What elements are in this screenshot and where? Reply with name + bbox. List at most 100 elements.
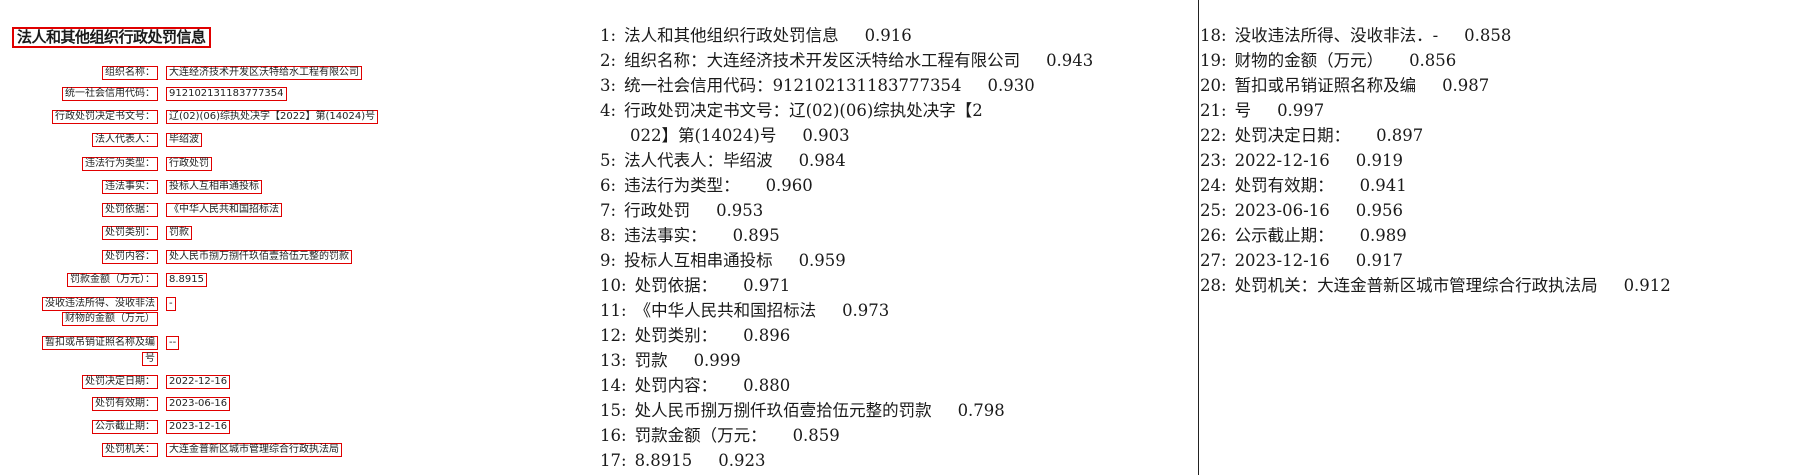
ocr-line-score: 0.880 <box>743 376 791 395</box>
ocr-line-index: 6: <box>600 176 617 195</box>
ocr-line-text: 2023-06-16 <box>1234 201 1330 220</box>
ocr-line-text: 违法行为类型： <box>624 176 740 195</box>
ocr-result-line: 12: 处罚类别： 0.896 <box>600 326 790 346</box>
ocr-result-line: 27: 2023-12-16 0.917 <box>1200 251 1403 271</box>
ocr-line-text: 罚款金额（万元： <box>634 426 767 445</box>
ocr-line-score: 0.953 <box>716 201 764 220</box>
ocr-line-score: 0.916 <box>864 26 912 45</box>
document-field-value: 912102131183777354 <box>166 87 287 101</box>
ocr-result-line: 18: 没收违法所得、没收非法．- 0.858 <box>1200 26 1511 46</box>
ocr-line-text: 处人民币捌万捌仟玖佰壹拾伍元整的罚款 <box>634 401 932 420</box>
ocr-line-text: 处罚依据： <box>634 276 718 295</box>
ocr-result-line: 23: 2022-12-16 0.919 <box>1200 151 1403 171</box>
ocr-line-score: 0.989 <box>1359 226 1407 245</box>
document-field-value: 大连经济技术开发区沃特给水工程有限公司 <box>166 66 362 80</box>
ocr-line-score: 0.897 <box>1376 126 1424 145</box>
ocr-result-line: 1: 法人和其他组织行政处罚信息 0.916 <box>600 26 912 46</box>
ocr-line-text: 暂扣或吊销证照名称及编 <box>1234 76 1417 95</box>
document-field-label: 处罚有效期： <box>92 397 158 411</box>
ocr-line-score: 0.987 <box>1442 76 1490 95</box>
document-field-row: 处罚内容： 处人民币捌万捌仟玖佰壹拾伍元整的罚款 <box>0 250 352 264</box>
document-field-row: 处罚决定日期： 2022-12-16 <box>0 375 231 389</box>
ocr-result-line: 14: 处罚内容： 0.880 <box>600 376 790 396</box>
ocr-line-index: 10: <box>600 276 627 295</box>
document-field-label: 罚款金额（万元）： <box>67 273 158 287</box>
ocr-line-score: 0.798 <box>957 401 1005 420</box>
ocr-line-text: 8.8915 <box>634 451 693 470</box>
ocr-line-index: 23: <box>1200 151 1227 170</box>
ocr-line-score: 0.971 <box>743 276 791 295</box>
ocr-line-score: 0.973 <box>842 301 890 320</box>
document-field-label: 违法行为类型： <box>82 157 158 171</box>
document-field-value: 处人民币捌万捌仟玖佰壹拾伍元整的罚款 <box>166 250 352 264</box>
ocr-line-score: 0.856 <box>1409 51 1457 70</box>
document-field-row: 处罚类别： 罚款 <box>0 226 192 240</box>
ocr-result-line: 20: 暂扣或吊销证照名称及编 0.987 <box>1200 76 1489 96</box>
ocr-line-index: 12: <box>600 326 627 345</box>
ocr-line-index: 25: <box>1200 201 1227 220</box>
ocr-line-text: 公示截止期： <box>1234 226 1334 245</box>
ocr-line-index: 7: <box>600 201 617 220</box>
ocr-line-index: 2: <box>600 51 617 70</box>
detection-panel: 法人和其他组织行政处罚信息 组织名称： 大连经济技术开发区沃特给水工程有限公司 统一… <box>0 0 585 475</box>
ocr-line-text: 法人代表人：毕绍波 <box>624 151 773 170</box>
document-field-value: 2023-12-16 <box>166 420 231 434</box>
document-field-row: 行政处罚决定书文号： 辽(02)(06)综执处决字【2022】第(14024)号 <box>0 110 379 124</box>
ocr-line-text: 投标人互相串通投标 <box>624 251 773 270</box>
ocr-line-score: 0.956 <box>1355 201 1403 220</box>
ocr-result-line: 4: 行政处罚决定书文号：辽(02)(06)综执处决字【2 <box>600 101 983 121</box>
document-field-value: 2022-12-16 <box>166 375 231 389</box>
ocr-line-text: 处罚有效期： <box>1234 176 1334 195</box>
document-field-label: 法人代表人： <box>92 133 158 147</box>
ocr-line-text: 行政处罚 <box>624 201 691 220</box>
document-field-row: 违法事实： 投标人互相串通投标 <box>0 180 262 194</box>
document-field-value: 行政处罚 <box>166 157 212 171</box>
ocr-line-score: 0.895 <box>732 226 780 245</box>
ocr-line-index: 14: <box>600 376 627 395</box>
ocr-line-score: 0.941 <box>1359 176 1407 195</box>
ocr-result-line: 24: 处罚有效期： 0.941 <box>1200 176 1407 196</box>
ocr-line-text: 罚款 <box>634 351 668 370</box>
ocr-line-score: 0.923 <box>718 451 766 470</box>
ocr-line-score: 0.858 <box>1464 26 1512 45</box>
ocr-result-line: 17: 8.8915 0.923 <box>600 451 766 471</box>
ocr-line-index: 17: <box>600 451 627 470</box>
ocr-line-text: 没收违法所得、没收非法．- <box>1234 26 1439 45</box>
ocr-line-score: 0.984 <box>798 151 846 170</box>
document-field-value: 罚款 <box>166 226 192 240</box>
ocr-result-line: 11: 《中华人民共和国招标法 0.973 <box>600 301 889 321</box>
ocr-result-line: 10: 处罚依据： 0.971 <box>600 276 790 296</box>
ocr-result-line: 28: 处罚机关：大连金普新区城市管理综合行政执法局 0.912 <box>1200 276 1671 296</box>
ocr-result-line: 3: 统一社会信用代码：912102131183777354 0.930 <box>600 76 1035 96</box>
ocr-line-index: 9: <box>600 251 617 270</box>
ocr-line-score: 0.959 <box>798 251 846 270</box>
ocr-line-text: 处罚机关：大连金普新区城市管理综合行政执法局 <box>1234 276 1598 295</box>
ocr-result-line: 16: 罚款金额（万元： 0.859 <box>600 426 840 446</box>
ocr-line-index: 3: <box>600 76 617 95</box>
document-field-label: 号 <box>142 352 158 366</box>
ocr-line-text: 处罚类别： <box>634 326 718 345</box>
document-field-value: 大连金普新区城市管理综合行政执法局 <box>166 443 342 457</box>
document-title: 法人和其他组织行政处罚信息 <box>12 27 211 48</box>
ocr-line-index: 11: <box>600 301 627 320</box>
document-field-row: 处罚机关： 大连金普新区城市管理综合行政执法局 <box>0 443 342 457</box>
document-field-label: 公示截止期： <box>92 420 158 434</box>
ocr-result-line: 8: 违法事实： 0.895 <box>600 226 780 246</box>
document-field-label: 处罚机关： <box>102 443 158 457</box>
ocr-result-line: 26: 公示截止期： 0.989 <box>1200 226 1407 246</box>
ocr-line-text: 2023-12-16 <box>1234 251 1330 270</box>
ocr-line-index: 20: <box>1200 76 1227 95</box>
ocr-line-score: 0.903 <box>802 126 850 145</box>
ocr-results-column-2: 18: 没收违法所得、没收非法．- 0.858 19: 财物的金额（万元） 0.856 20… <box>1198 0 1800 475</box>
ocr-line-index: 28: <box>1200 276 1227 295</box>
document-field-label: 没收违法所得、没收非法 <box>42 297 158 311</box>
document-field-label: 暂扣或吊销证照名称及编 <box>42 336 158 350</box>
ocr-result-line: 5: 法人代表人：毕绍波 0.984 <box>600 151 846 171</box>
document-field-row: 公示截止期： 2023-12-16 <box>0 420 231 434</box>
ocr-line-index: 26: <box>1200 226 1227 245</box>
ocr-line-text: 统一社会信用代码：912102131183777354 <box>624 76 962 95</box>
document-field-value: 《中华人民共和国招标法 <box>166 203 282 217</box>
document-field-row: 暂扣或吊销证照名称及编 -- <box>0 336 180 350</box>
document-field-value: 投标人互相串通投标 <box>166 180 262 194</box>
ocr-line-index: 5: <box>600 151 617 170</box>
